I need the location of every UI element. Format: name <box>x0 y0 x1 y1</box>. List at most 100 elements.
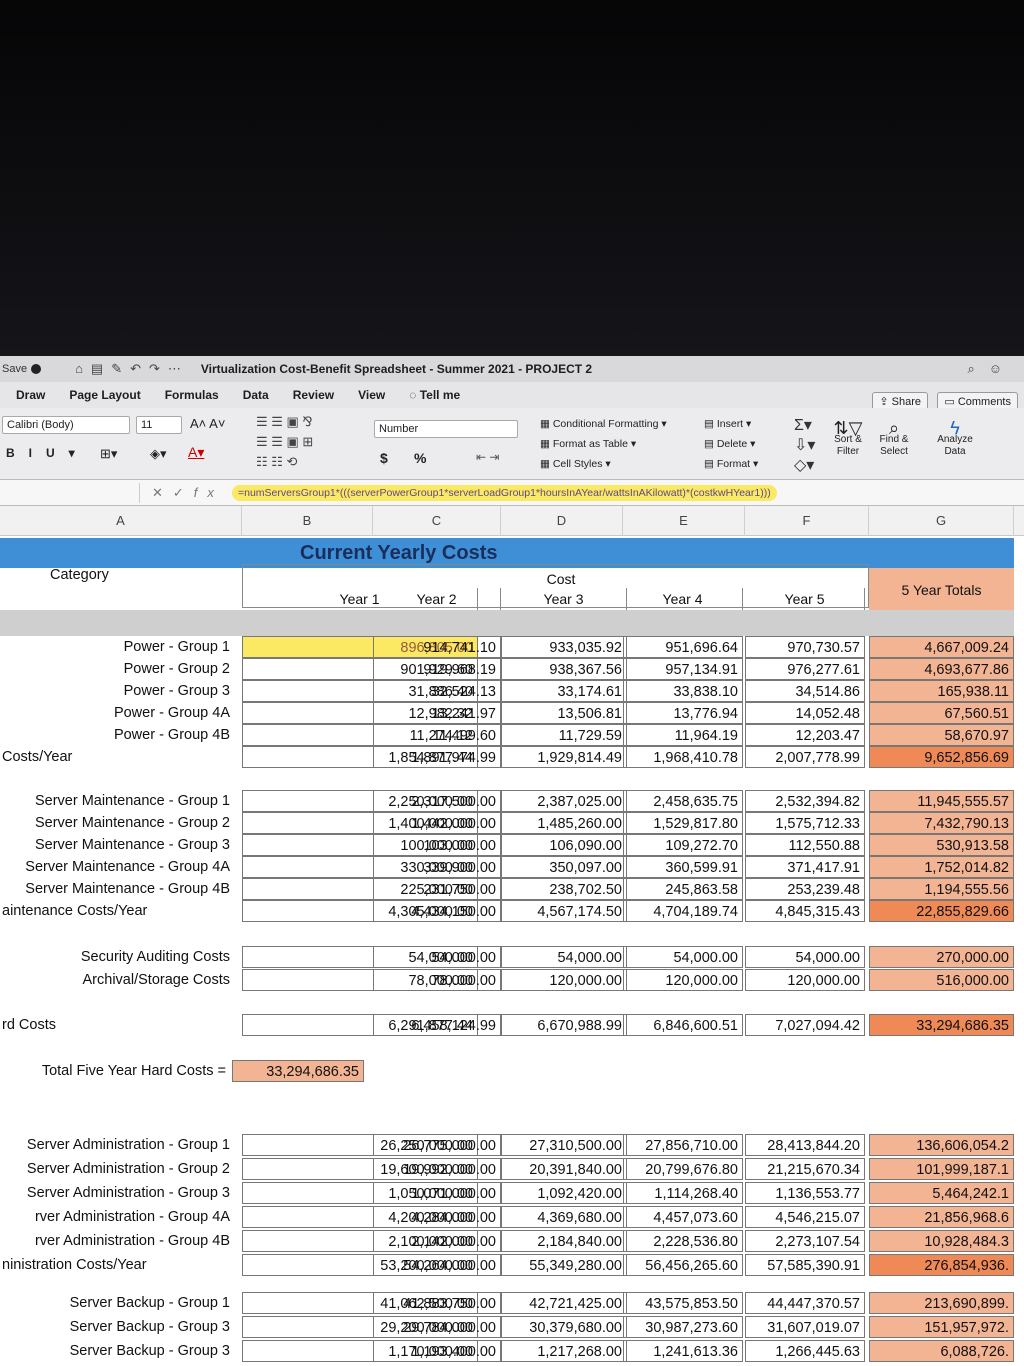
cell-styles-button[interactable]: ▦ Cell Styles ▾ <box>540 458 611 470</box>
value-cell[interactable]: 31,607,019.07 <box>745 1316 865 1338</box>
value-cell[interactable]: 6,846,600.51 <box>623 1014 743 1036</box>
column-header[interactable]: B <box>242 506 373 536</box>
value-cell[interactable]: 970,730.57 <box>745 636 865 658</box>
name-box[interactable] <box>0 482 140 503</box>
value-cell[interactable]: 27,310,500.00 <box>501 1134 627 1156</box>
sort-filter-button[interactable]: ⇅▽ Sort & Filter <box>826 419 870 458</box>
value-cell[interactable]: 32,524.13 <box>373 680 501 702</box>
value-cell[interactable]: 20,799,676.80 <box>623 1158 743 1180</box>
value-cell[interactable]: 1,575,712.33 <box>745 812 865 834</box>
value-cell[interactable]: 2,228,536.80 <box>623 1230 743 1252</box>
value-cell[interactable]: 26,775,000.00 <box>373 1134 501 1156</box>
value-cell[interactable]: 112,550.88 <box>745 834 865 856</box>
font-name-select[interactable]: Calibri (Body) <box>2 416 130 434</box>
value-cell[interactable]: 2,532,394.82 <box>745 790 865 812</box>
value-cell[interactable]: 78,000.00 <box>373 969 501 991</box>
search-icon[interactable]: ⌕☺ <box>967 361 1016 377</box>
tab-formulas[interactable]: Formulas <box>153 388 231 402</box>
value-cell[interactable]: 1,929,814.49 <box>501 746 627 768</box>
column-header[interactable]: D <box>501 506 623 536</box>
value-cell[interactable]: 13,506.81 <box>501 702 627 724</box>
total-cell[interactable]: 10,928,484.3 <box>869 1230 1014 1252</box>
total-cell[interactable]: 151,957,972. <box>869 1316 1014 1338</box>
value-cell[interactable]: 6,670,988.99 <box>501 1014 627 1036</box>
quick-access-icons[interactable]: ⌂▤✎↶↷⋯ <box>75 361 189 377</box>
value-cell[interactable]: 919,968.19 <box>373 658 501 680</box>
value-cell[interactable]: 4,457,073.60 <box>623 1206 743 1228</box>
formula-bar-icons[interactable]: ✕✓fx <box>140 485 232 501</box>
format-cells-button[interactable]: ▤ Format ▾ <box>704 458 758 470</box>
fill-color-icon[interactable]: ◈▾ <box>150 446 167 462</box>
value-cell[interactable]: 42,721,425.00 <box>501 1292 627 1314</box>
value-cell[interactable]: 57,585,390.91 <box>745 1254 865 1276</box>
currency-format-button[interactable]: $ <box>380 450 388 466</box>
autosum-icon[interactable]: Σ▾ ⇩▾ ◇▾ <box>794 416 815 476</box>
tab-page-layout[interactable]: Page Layout <box>57 388 152 402</box>
number-format-select[interactable]: Number <box>374 420 518 438</box>
bold-italic-underline-buttons[interactable]: BIU▾ <box>6 446 89 460</box>
total-cell[interactable]: 1,194,555.56 <box>869 878 1014 900</box>
tab-review[interactable]: Review <box>281 388 346 402</box>
value-cell[interactable]: 2,317,500.00 <box>373 790 501 812</box>
value-cell[interactable]: 30,987,273.60 <box>623 1316 743 1338</box>
total-cell[interactable]: 67,560.51 <box>869 702 1014 724</box>
value-cell[interactable]: 29,784,000.00 <box>373 1316 501 1338</box>
value-cell[interactable]: 7,027,094.42 <box>745 1014 865 1036</box>
value-cell[interactable]: 4,434,150.00 <box>373 900 501 922</box>
value-cell[interactable]: 2,007,778.99 <box>745 746 865 768</box>
value-cell[interactable]: 4,284,000.00 <box>373 1206 501 1228</box>
value-cell[interactable]: 14,052.48 <box>745 702 865 724</box>
value-cell[interactable]: 33,838.10 <box>623 680 743 702</box>
value-cell[interactable]: 43,575,853.50 <box>623 1292 743 1314</box>
insert-cells-button[interactable]: ▤ Insert ▾ <box>704 418 751 430</box>
value-cell[interactable]: 914,741.10 <box>373 636 501 658</box>
total-cell[interactable]: 58,670.97 <box>869 724 1014 746</box>
total-cell[interactable]: 11,945,555.57 <box>869 790 1014 812</box>
value-cell[interactable]: 1,092,420.00 <box>501 1182 627 1204</box>
value-cell[interactable]: 103,000.00 <box>373 834 501 856</box>
value-cell[interactable]: 1,193,400.00 <box>373 1340 501 1362</box>
total-cell[interactable]: 33,294,686.35 <box>869 1014 1014 1036</box>
total-cell[interactable]: 21,856,968.6 <box>869 1206 1014 1228</box>
total-cell[interactable]: 1,752,014.82 <box>869 856 1014 878</box>
value-cell[interactable]: 1,136,553.77 <box>745 1182 865 1204</box>
value-cell[interactable]: 360,599.91 <box>623 856 743 878</box>
font-size-adjust-icons[interactable]: A˄ A˅ <box>190 416 225 431</box>
font-size-select[interactable]: 11 <box>136 416 182 434</box>
column-header[interactable]: E <box>623 506 745 536</box>
value-cell[interactable]: 4,369,680.00 <box>501 1206 627 1228</box>
total-cell[interactable]: 5,464,242.1 <box>869 1182 1014 1204</box>
value-cell[interactable]: 12,203.47 <box>745 724 865 746</box>
percent-format-button[interactable]: % <box>414 450 426 466</box>
autosave-toggle-icon[interactable] <box>31 364 42 374</box>
value-cell[interactable]: 54,000.00 <box>501 946 627 968</box>
value-cell[interactable]: 1,529,817.80 <box>623 812 743 834</box>
value-cell[interactable]: 27,856,710.00 <box>623 1134 743 1156</box>
total-cell[interactable]: 6,088,726. <box>869 1340 1014 1362</box>
column-header[interactable]: G <box>869 506 1014 536</box>
value-cell[interactable]: 11,729.59 <box>501 724 627 746</box>
value-cell[interactable]: 41,883,750.00 <box>373 1292 501 1314</box>
value-cell[interactable]: 2,273,107.54 <box>745 1230 865 1252</box>
autosave-label[interactable]: Save <box>2 363 27 375</box>
total-cell[interactable]: 530,913.58 <box>869 834 1014 856</box>
tab-tell-me[interactable]: ◌ Tell me <box>397 388 472 402</box>
font-color-icon[interactable]: A▾ <box>188 444 204 461</box>
value-cell[interactable]: 4,546,215.07 <box>745 1206 865 1228</box>
value-cell[interactable]: 1,071,000.00 <box>373 1182 501 1204</box>
total-cell[interactable]: 165,938.11 <box>869 680 1014 702</box>
value-cell[interactable]: 19,992,000.00 <box>373 1158 501 1180</box>
total-five-year-value[interactable]: 33,294,686.35 <box>232 1060 364 1082</box>
value-cell[interactable]: 1,968,410.78 <box>623 746 743 768</box>
borders-icon[interactable]: ⊞▾ <box>100 446 117 462</box>
value-cell[interactable]: 120,000.00 <box>501 969 627 991</box>
value-cell[interactable]: 13,776.94 <box>623 702 743 724</box>
value-cell[interactable]: 2,184,840.00 <box>501 1230 627 1252</box>
tab-view[interactable]: View <box>346 388 397 402</box>
total-cell[interactable]: 4,667,009.24 <box>869 636 1014 658</box>
analyze-data-button[interactable]: ϟ Analyze Data <box>932 419 978 458</box>
value-cell[interactable]: 951,696.64 <box>623 636 743 658</box>
value-cell[interactable]: 976,277.61 <box>745 658 865 680</box>
value-cell[interactable]: 933,035.92 <box>501 636 627 658</box>
total-cell[interactable]: 9,652,856.69 <box>869 746 1014 768</box>
